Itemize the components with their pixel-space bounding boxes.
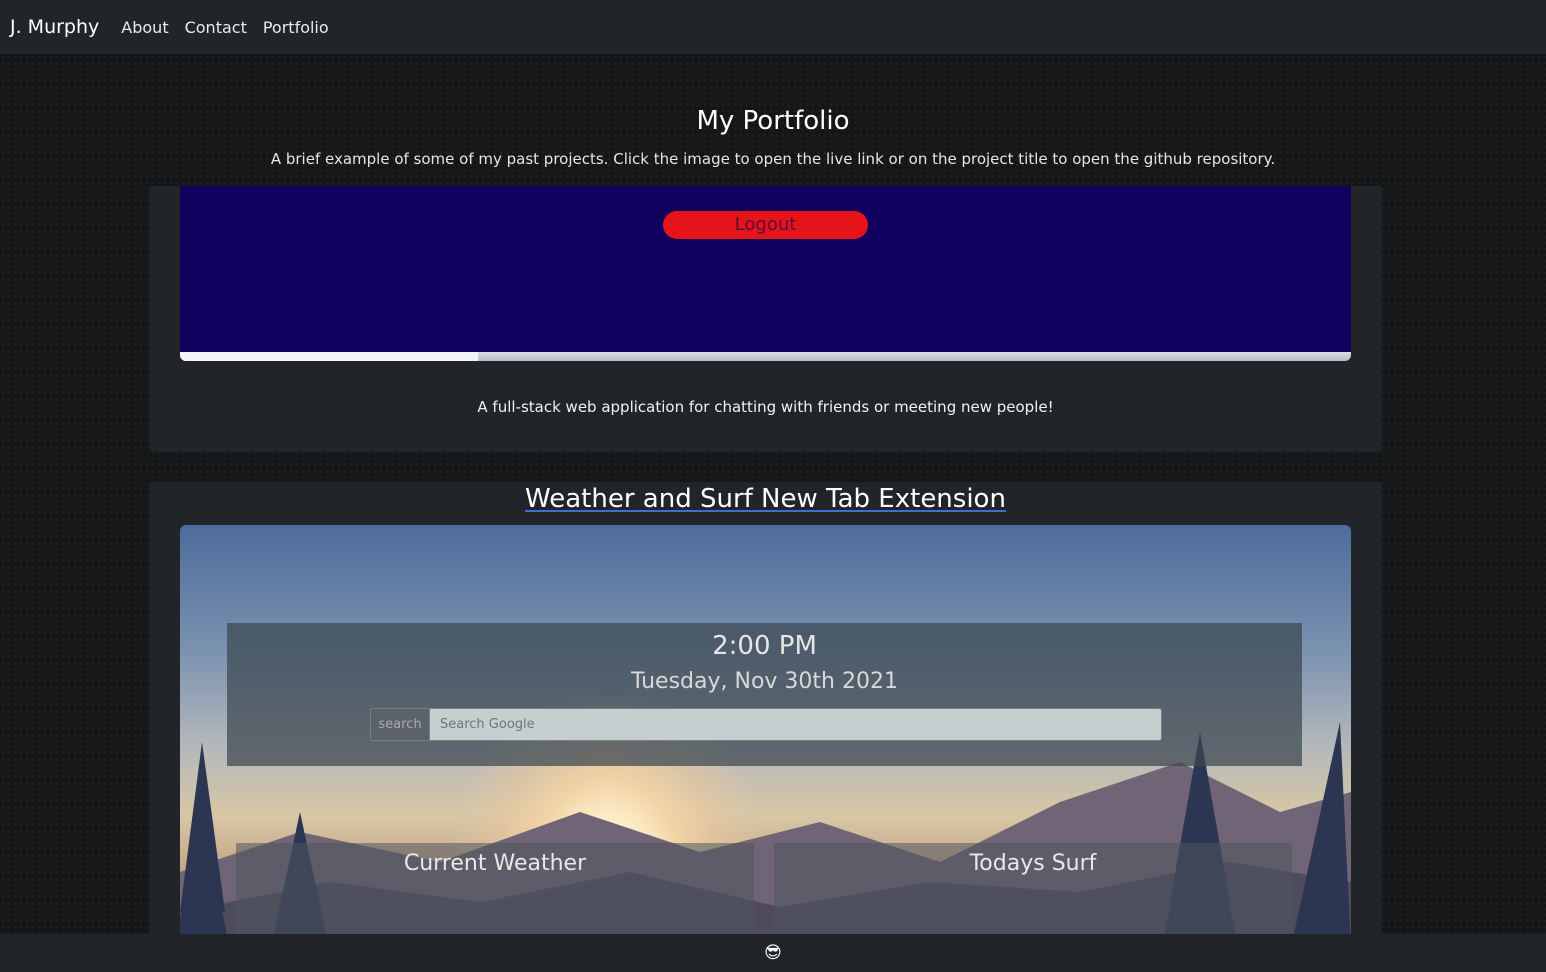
screenshot-weather-title: Current Weather [403,851,587,876]
project-card-weather: Weather and Surf New Tab Extension 2:00 … [149,482,1382,952]
screenshot-search-group: search [370,708,1162,741]
screenshot-surf-title: Todays Surf [969,851,1097,876]
project-screenshot-weather-link[interactable]: 2:00 PM Tuesday, Nov 30th 2021 search Cu… [180,525,1351,952]
screenshot-search-button: search [371,709,430,740]
brand-link[interactable]: J. Murphy [10,16,99,38]
screenshot-taskbar-search [180,352,478,361]
sunglasses-emoji-icon: 😎 [764,943,782,963]
screenshot-search-input [430,709,1161,740]
screenshot-taskbar [180,352,1351,361]
top-navbar: J. Murphy About Contact Portfolio [0,0,1546,54]
nav-link-contact[interactable]: Contact [185,18,247,37]
screenshot-time-panel: 2:00 PM Tuesday, Nov 30th 2021 search [227,623,1302,766]
page-footer: 😎 [0,934,1546,972]
screenshot-logout-button: Logout [663,211,868,239]
project-title-text[interactable]: Weather and Surf New Tab Extension [525,484,1006,514]
project-description: A full-stack web application for chattin… [477,398,1054,416]
screenshot-date: Tuesday, Nov 30th 2021 [631,669,898,694]
project-card-chat: Logout A full-stack web application for … [149,186,1382,452]
nav-link-portfolio[interactable]: Portfolio [263,18,329,37]
project-title-link[interactable]: Weather and Surf New Tab Extension [149,484,1382,514]
nav-link-about[interactable]: About [121,18,168,37]
project-screenshot-chat-link[interactable]: Logout [180,186,1351,361]
screenshot-time: 2:00 PM [712,631,817,661]
page-title: My Portfolio [696,106,850,136]
page-subtitle: A brief example of some of my past proje… [270,150,1276,168]
